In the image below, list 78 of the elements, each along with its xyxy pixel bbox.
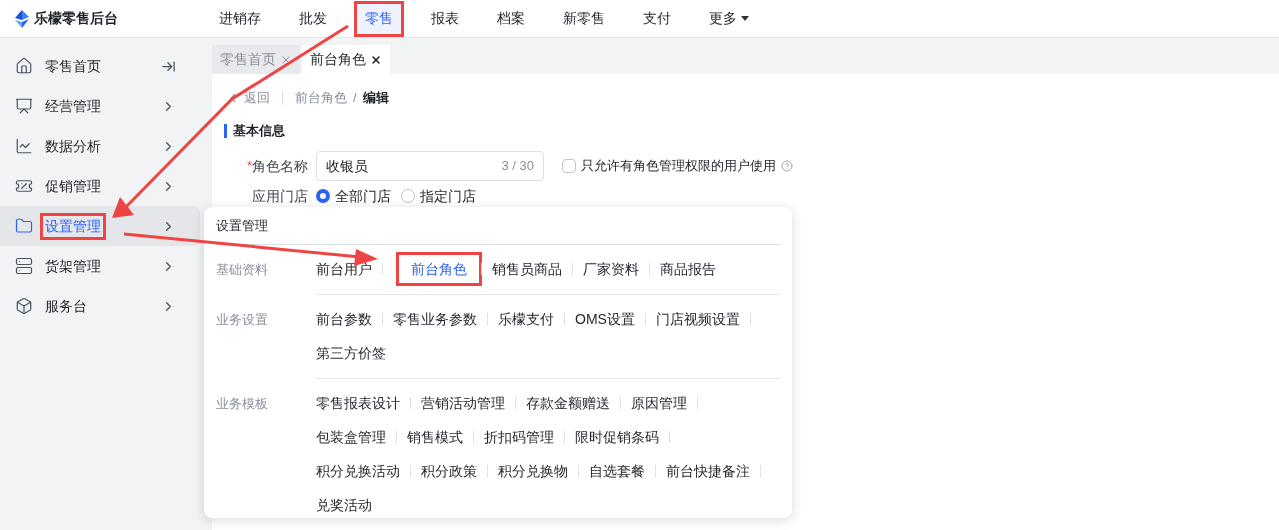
sidebar-label: 数据分析 [44,136,102,156]
page-tab[interactable]: 前台角色 [302,45,390,74]
monitor-icon [15,97,33,115]
nav-tab[interactable]: 新零售 [555,3,613,34]
sidebar-item[interactable]: 设置管理 [0,206,200,246]
nav-tab[interactable]: 档案 [489,3,533,34]
role-name-field[interactable]: 收银员 3 / 30 [316,151,544,181]
sidebar-item[interactable]: 零售首页 [0,46,200,86]
submenu-item[interactable]: 商品报告 [660,255,726,283]
submenu-item[interactable]: 营销活动管理 [421,389,515,417]
required-mark: * [246,157,252,176]
sidebar-label: 经营管理 [44,96,102,116]
nav-tab[interactable]: 更多 [701,3,757,34]
submenu-item[interactable]: 积分兑换物 [498,457,578,485]
field-label: 角色名称 [252,156,308,176]
sidebar-item[interactable]: 促销管理 [0,166,200,206]
submenu-item[interactable]: 前台快捷备注 [666,457,760,485]
nav-tab[interactable]: 进销存 [211,3,269,34]
submenu-item[interactable]: 第三方价签 [316,339,396,367]
submenu-item[interactable]: 门店视频设置 [655,305,750,333]
server-icon [15,257,33,275]
sidebar-item[interactable]: 经营管理 [0,86,200,126]
radio-button[interactable] [316,189,330,203]
nav-tab[interactable]: 报表 [423,3,467,34]
group-label: 业务模板 [216,395,269,413]
submenu-item[interactable]: 销售模式 [407,423,473,451]
submenu-item[interactable]: 前台角色 [399,255,479,283]
field-label: 应用门店 [251,186,309,206]
submenu-item[interactable]: 零售业务参数 [393,305,487,333]
sidebar-item[interactable]: 货架管理 [0,246,200,286]
sidebar-item[interactable]: 数据分析 [0,126,200,166]
popup-title: 设置管理 [216,217,269,235]
help-icon [781,160,793,172]
section-title: 基本信息 [233,122,285,141]
radio-label: 全部门店 [335,186,391,206]
section-marker [224,124,227,138]
sidebar-label: 零售首页 [44,56,102,76]
close-icon[interactable] [370,53,382,66]
submenu-item[interactable]: 积分政策 [421,457,487,485]
sidebar-label: 服务台 [44,296,88,316]
nav-tab[interactable]: 零售 [357,3,401,34]
group-label: 业务设置 [216,311,269,329]
submenu-item[interactable]: 前台用户 [316,255,382,283]
folder-icon [15,217,33,235]
sidebar-label: 货架管理 [44,256,102,276]
breadcrumb-separator: / [353,89,357,108]
back-link[interactable]: 返回 [224,88,270,108]
submenu-item[interactable]: 零售报表设计 [316,389,410,417]
line-chart-icon [15,137,33,155]
ticket-icon [15,177,33,195]
cube-icon [15,297,33,315]
submenu-item[interactable]: 包装盒管理 [316,423,396,451]
logo-icon [14,9,30,28]
caret-icon [741,16,749,21]
radio-label: 指定门店 [420,186,476,206]
submenu-item[interactable]: 存款金额赠送 [526,389,620,417]
house-icon [15,57,33,75]
checkbox-label: 只允许有角色管理权限的用户使用 [581,157,776,176]
submenu-item[interactable]: 积分兑换活动 [316,457,410,485]
submenu-item[interactable]: 限时促销条码 [575,423,669,451]
submenu-item[interactable]: 折扣码管理 [484,423,564,451]
breadcrumb-item: 编辑 [362,89,389,108]
nav-tab[interactable]: 支付 [635,3,679,34]
submenu-item[interactable]: 兑奖活动 [316,491,382,519]
app-title: 乐檬零售后台 [34,9,118,28]
submenu-item[interactable]: 厂家资料 [583,255,649,283]
submenu-item[interactable]: 原因管理 [631,389,697,417]
submenu-item[interactable]: OMS设置 [575,305,645,333]
sidebar-label: 设置管理 [43,215,103,237]
submenu-item[interactable]: 乐檬支付 [498,305,564,333]
nav-tab[interactable]: 批发 [291,3,335,34]
submenu-item[interactable]: 自选套餐 [589,457,655,485]
submenu-item[interactable]: 销售员商品 [492,255,572,283]
sidebar-item[interactable]: 服务台 [0,286,200,326]
sidebar-label: 促销管理 [44,176,102,196]
checkbox[interactable] [562,159,576,173]
group-label: 基础资料 [216,261,269,279]
submenu-item[interactable]: 前台参数 [316,305,382,333]
